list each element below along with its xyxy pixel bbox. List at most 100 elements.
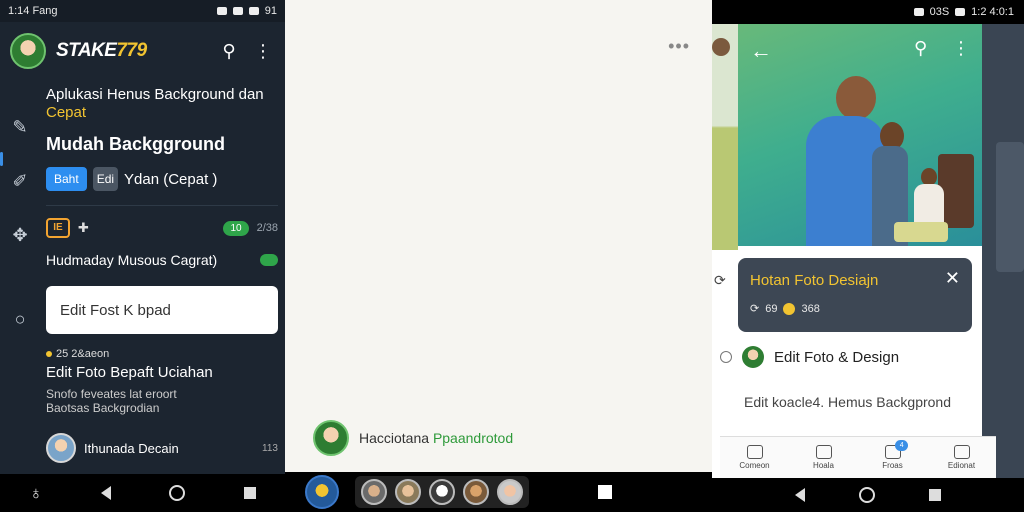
search-icon[interactable]: ⚲ <box>217 39 241 63</box>
right-status-text: 03S <box>929 6 950 18</box>
info-popup: Hotan Foto Desiajn ✕ ⟳ 69 368 <box>738 258 972 332</box>
left-status-battery: 91 <box>264 5 277 17</box>
post-description: Snofo feveates lat eroort Baotsas Backgr… <box>46 387 177 415</box>
tab-info[interactable]: Hoala <box>789 437 858 478</box>
popup-info-b: 368 <box>801 302 820 315</box>
tab-label: Froas <box>882 461 903 470</box>
tab-label: Comeon <box>739 461 770 470</box>
chip-blue-button[interactable]: Baht <box>46 167 87 191</box>
star-icon <box>46 351 52 357</box>
info-icon <box>815 445 832 459</box>
profile-avatar[interactable] <box>10 33 46 69</box>
notification-text: Hacciotana Ppaandrotod <box>359 430 513 446</box>
notification-prefix: Hacciotana <box>359 430 433 446</box>
app-brand: STAKE779 <box>56 40 207 62</box>
middle-blank-panel: ••• Hacciotana Ppaandrotod <box>285 0 712 512</box>
back-arrow-icon[interactable]: ← <box>750 38 772 64</box>
avatar[interactable] <box>429 479 455 505</box>
image-icon[interactable]: IE <box>46 218 70 238</box>
left-status-bar: 1:14 Fang 91 <box>0 0 285 22</box>
popup-info: ⟳ 69 368 <box>750 302 820 315</box>
radio-icon[interactable] <box>720 351 732 363</box>
wrench-icon[interactable]: ✎ <box>9 116 31 138</box>
search-icon[interactable]: ⚲ <box>914 38 927 59</box>
tab-label: Edionat <box>947 461 976 470</box>
left-content: Aplukasi Henus Background dan Cepat Muda… <box>46 86 278 463</box>
input-card-text: Edit Fost K bpad <box>60 301 171 319</box>
recent-apps-icon[interactable] <box>243 487 256 499</box>
chip-gray-button[interactable]: Edi <box>92 167 119 191</box>
home-icon[interactable] <box>859 487 875 503</box>
home-icon <box>746 445 763 459</box>
count-number: 2/38 <box>256 222 278 234</box>
subtitle: Mudah Backgground <box>46 134 225 154</box>
close-icon[interactable]: ✕ <box>945 268 960 289</box>
avatar[interactable] <box>463 479 489 505</box>
avatar <box>46 433 76 463</box>
tab-chat[interactable]: 4 Froas <box>858 437 927 478</box>
edit-icon[interactable]: ✐ <box>9 170 31 192</box>
bottom-tab-bar: Comeon Hoala 4 Froas Edionat <box>720 436 996 478</box>
list-item-text: Ithunada Decain <box>84 440 179 456</box>
list-item-text: Hudmaday Musous Cagrat) <box>46 252 218 268</box>
refresh-icon[interactable]: ○ <box>9 308 31 330</box>
avatar-strip <box>355 476 529 508</box>
avatar[interactable] <box>395 479 421 505</box>
assistant-icon[interactable]: ♁ <box>29 483 43 504</box>
app-shortcut-icon[interactable] <box>305 475 339 509</box>
back-icon[interactable] <box>101 486 112 500</box>
hero-photo: ← ⚲ ⋮ <box>738 24 982 246</box>
puzzle-icon[interactable]: ✥ <box>9 224 31 246</box>
heading-text: Aplukasi Henus Background dan <box>46 86 264 103</box>
meta-text: 25 2&aeon <box>56 348 110 360</box>
avatar[interactable] <box>497 479 523 505</box>
brand-number: 779 <box>116 40 147 61</box>
left-nav-bar: ♁ <box>0 474 285 512</box>
list-item[interactable]: Hudmaday Musous Cagrat) <box>46 252 278 268</box>
more-horiz-icon[interactable]: ••• <box>668 36 690 57</box>
divider <box>46 205 278 206</box>
list-item-description: Edit koacle4. Hemus Backgprond <box>744 394 951 410</box>
menu-icon <box>953 445 970 459</box>
right-status-bar: 03S 1:2 4:0:1 <box>712 0 1024 24</box>
tab-menu[interactable]: Edionat <box>927 437 996 478</box>
post-meta: 25 2&aeon <box>46 348 278 360</box>
background-app-strip <box>712 24 738 250</box>
chat-bubble-icon <box>260 254 278 266</box>
coin-icon <box>783 302 796 315</box>
bluetooth-icon <box>913 8 924 16</box>
back-icon[interactable] <box>795 488 805 502</box>
refresh-icon[interactable]: ⟳ <box>714 272 726 289</box>
tab-home[interactable]: Comeon <box>720 437 789 478</box>
wifi-icon <box>232 7 243 15</box>
side-rail: ✎ ✐ ✥ ○ <box>0 80 40 475</box>
sync-icon: ⟳ <box>750 303 760 315</box>
bluetooth-icon <box>216 7 227 15</box>
home-icon[interactable] <box>169 485 186 501</box>
list-item[interactable]: Ithunada Decain 113 <box>46 433 278 463</box>
avatar[interactable] <box>361 479 387 505</box>
more-vert-icon[interactable]: ⋮ <box>952 38 970 59</box>
tab-badge: 4 <box>895 440 909 451</box>
left-status-icons: 91 <box>216 5 277 17</box>
text-input-card[interactable]: Edit Fost K bpad <box>46 286 278 334</box>
left-app-bar: STAKE779 ⚲ ⋮ <box>0 22 285 80</box>
background-app-strip-right <box>982 24 1024 494</box>
chip-row: Baht Edi Ydan (Cepat ) <box>46 167 278 191</box>
more-vert-icon[interactable]: ⋮ <box>251 39 275 63</box>
notification-row[interactable]: Hacciotana Ppaandrotod <box>313 420 513 456</box>
recent-apps-icon[interactable] <box>929 489 941 501</box>
list-item-number: 113 <box>262 442 278 454</box>
count-pill: 10 <box>223 220 249 236</box>
group-icon[interactable]: ✚ <box>78 220 89 236</box>
heading: Aplukasi Henus Background dan Cepat <box>46 86 278 122</box>
list-item[interactable]: Edit Foto & Design <box>720 346 899 368</box>
post-title[interactable]: Edit Foto Bepaft Uciahan <box>46 364 278 381</box>
recent-apps-icon[interactable] <box>598 485 612 499</box>
brand-text: STAKE <box>56 40 117 61</box>
popup-title: Hotan Foto Desiajn <box>750 272 879 289</box>
right-status-time: 1:2 4:0:1 <box>971 6 1014 18</box>
wifi-icon <box>955 8 966 16</box>
list-item-title: Edit Foto & Design <box>774 348 900 366</box>
signal-icon <box>248 7 259 15</box>
